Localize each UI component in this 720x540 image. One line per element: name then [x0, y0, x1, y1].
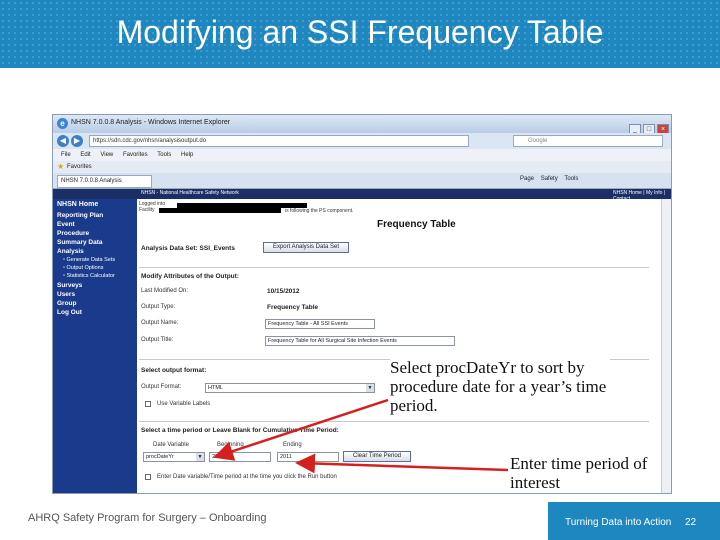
page-number: 22 — [685, 517, 697, 528]
variable-labels-checkbox[interactable] — [145, 401, 151, 407]
sidebar-subitem-output-options[interactable]: ▫ Output Options — [63, 265, 103, 271]
command-tools[interactable]: Tools — [564, 176, 578, 182]
star-icon: ★ — [57, 162, 65, 171]
sidebar-item-home[interactable]: NHSN Home — [57, 201, 98, 208]
sidebar-item-users[interactable]: Users — [57, 291, 75, 298]
select-format-heading: Select output format: — [141, 367, 207, 374]
menu-help[interactable]: Help — [181, 149, 193, 161]
slide-header: Modifying an SSI Frequency Table — [0, 0, 720, 68]
footer-section: Turning Data into Action — [565, 517, 672, 528]
slide-title: Modifying an SSI Frequency Table — [116, 14, 604, 50]
output-format-select[interactable]: HTML ▼ — [205, 383, 375, 393]
time-period-heading: Select a time period or Leave Blank for … — [141, 427, 339, 434]
redacted-box — [159, 208, 281, 213]
last-modified-label: Last Modified On: — [141, 288, 189, 294]
title-bar: e NHSN 7.0.0.8 Analysis - Windows Intern… — [53, 115, 671, 135]
command-bar: Page Safety Tools — [515, 176, 578, 182]
dataset-label: Analysis Data Set: SSI_Events — [141, 245, 235, 252]
page-title: Frequency Table — [377, 219, 456, 230]
beginning-label: Beginning — [217, 442, 244, 448]
beginning-field[interactable]: 2011 — [209, 452, 271, 462]
sidebar-subitem-statistics[interactable]: ▫ Statistics Calculator — [63, 273, 115, 279]
output-type-label: Output Type: — [141, 304, 176, 310]
vertical-scrollbar[interactable] — [661, 199, 671, 493]
enter-date-text: Enter Date variable/Time period at the t… — [157, 474, 337, 480]
output-name-label: Output Name: — [141, 320, 179, 326]
chevron-down-icon[interactable]: ▼ — [196, 453, 204, 461]
sidebar-item-analysis[interactable]: Analysis — [57, 248, 84, 255]
nhsn-sidebar: NHSN Home Reporting Plan Event Procedure… — [53, 199, 137, 493]
tab-nhsn-analysis[interactable]: NHSN 7.0.0.8 Analysis — [57, 175, 152, 188]
search-input[interactable]: Google — [513, 135, 663, 147]
tab-row: NHSN 7.0.0.8 Analysis Page Safety Tools — [53, 173, 671, 189]
menu-tools[interactable]: Tools — [157, 149, 171, 161]
window-title: NHSN 7.0.0.8 Analysis - Windows Internet… — [71, 119, 231, 126]
menu-view[interactable]: View — [100, 149, 113, 161]
menu-bar: File Edit View Favorites Tools Help — [53, 149, 671, 161]
divider — [139, 421, 649, 422]
clear-time-period-button[interactable]: Clear Time Period — [343, 451, 411, 462]
address-row: ◀ ▶ https://sdn.cdc.gov/nhsn/analysisout… — [53, 133, 671, 149]
command-page[interactable]: Page — [520, 176, 534, 182]
date-variable-label: Date Variable — [153, 442, 189, 448]
sidebar-item-reporting-plan[interactable]: Reporting Plan — [57, 212, 103, 219]
callout-enter-time-period: Enter time period of interest — [510, 454, 660, 492]
sidebar-item-procedure[interactable]: Procedure — [57, 230, 89, 237]
browser-window: e NHSN 7.0.0.8 Analysis - Windows Intern… — [52, 114, 672, 494]
menu-edit[interactable]: Edit — [80, 149, 90, 161]
enter-date-checkbox[interactable] — [145, 474, 151, 480]
ending-field[interactable]: 2011 — [277, 452, 339, 462]
export-button[interactable]: Export Analysis Data Set — [263, 242, 349, 253]
favorites-label[interactable]: Favorites — [67, 164, 92, 170]
forward-icon[interactable]: ▶ — [71, 135, 83, 147]
menu-favorites[interactable]: Favorites — [123, 149, 148, 161]
address-bar[interactable]: https://sdn.cdc.gov/nhsn/analysisoutput.… — [89, 135, 469, 147]
output-title-field[interactable]: Frequency Table for All Surgical Site In… — [265, 336, 455, 346]
modify-heading: Modify Attributes of the Output: — [141, 273, 239, 280]
date-variable-select[interactable]: procDateYr ▼ — [143, 452, 205, 462]
chevron-down-icon[interactable]: ▼ — [366, 384, 374, 392]
ending-label: Ending — [283, 442, 302, 448]
sidebar-item-group[interactable]: Group — [57, 300, 77, 307]
ie-icon: e — [57, 118, 68, 129]
sidebar-item-surveys[interactable]: Surveys — [57, 282, 82, 289]
nhsn-header: NHSN - National Healthcare Safety Networ… — [53, 189, 671, 202]
nhsn-content: Logged into Facility is following the PS … — [137, 199, 663, 493]
output-title-label: Output Title: — [141, 337, 174, 343]
following-text: is following the PS component. — [285, 208, 354, 214]
sidebar-item-log-out[interactable]: Log Out — [57, 309, 82, 316]
sidebar-item-event[interactable]: Event — [57, 221, 75, 228]
slide-footer: AHRQ Safety Program for Surgery – Onboar… — [0, 502, 720, 540]
back-icon[interactable]: ◀ — [57, 135, 69, 147]
command-safety[interactable]: Safety — [541, 176, 558, 182]
callout-select-procdateyr: Select procDateYr to sort by procedure d… — [390, 358, 610, 415]
divider — [139, 267, 649, 268]
favorites-bar: ★ Favorites — [53, 161, 671, 173]
variable-labels-text: Use Variable Labels — [157, 401, 211, 407]
footer-program: AHRQ Safety Program for Surgery – Onboar… — [28, 512, 267, 524]
output-name-field[interactable]: Frequency Table - All SSI Events — [265, 319, 375, 329]
menu-file[interactable]: File — [61, 149, 71, 161]
nhsn-header-title: NHSN - National Healthcare Safety Networ… — [141, 190, 239, 196]
last-modified-value: 10/15/2012 — [267, 288, 300, 295]
output-format-label: Output Format: — [141, 384, 182, 390]
sidebar-item-summary-data[interactable]: Summary Data — [57, 239, 103, 246]
output-type-value: Frequency Table — [267, 304, 319, 311]
sidebar-subitem-generate[interactable]: ▫ Generate Data Sets — [63, 257, 115, 263]
